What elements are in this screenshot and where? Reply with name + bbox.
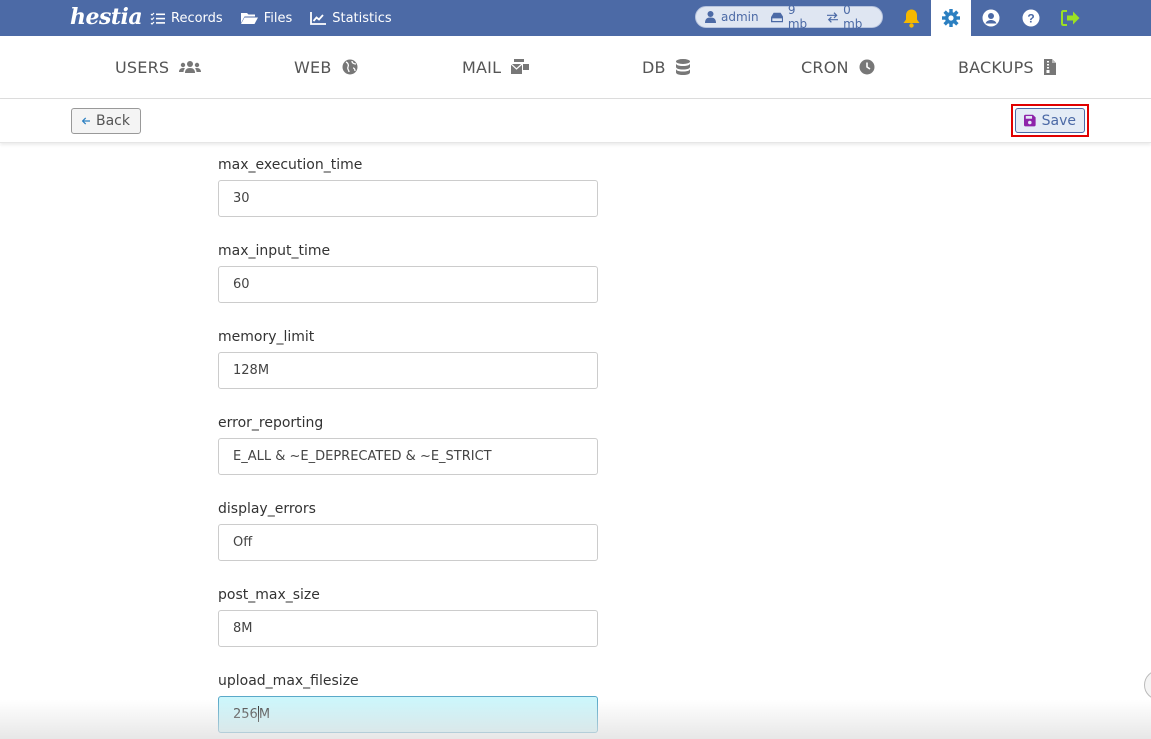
tab-users[interactable]: USERS <box>115 36 202 98</box>
bell-icon <box>903 9 919 28</box>
error-reporting-input[interactable]: E_ALL & ~E_DEPRECATED & ~E_STRICT <box>218 438 598 475</box>
list-check-icon <box>150 12 165 25</box>
logout-icon <box>1060 10 1079 26</box>
notifications-button[interactable] <box>891 0 931 36</box>
username: admin <box>721 10 759 24</box>
max-execution-time-input[interactable]: 30 <box>218 180 598 217</box>
exchange-icon <box>826 11 839 23</box>
file-zipper-icon <box>1043 59 1056 75</box>
tab-mail-label: MAIL <box>462 57 502 77</box>
globe-icon <box>342 59 358 75</box>
tab-users-label: USERS <box>115 57 170 77</box>
tab-web[interactable]: WEB <box>294 36 358 98</box>
field-label: display_errors <box>218 501 316 517</box>
post-max-size-input[interactable]: 8M <box>218 610 598 647</box>
tab-db-label: DB <box>642 57 666 77</box>
help-button[interactable]: ? <box>1011 0 1051 36</box>
tab-backups[interactable]: BACKUPS <box>958 36 1056 98</box>
disk-usage-value: 9 mb <box>787 3 808 31</box>
user-profile-button[interactable] <box>971 0 1011 36</box>
field-label: max_input_time <box>218 243 331 259</box>
tab-cron-label: CRON <box>801 57 849 77</box>
arrow-left-icon <box>82 117 90 125</box>
nav-statistics-label: Statistics <box>332 10 392 26</box>
field-label: memory_limit <box>218 329 315 345</box>
field-label: post_max_size <box>218 587 320 603</box>
save-button[interactable]: Save <box>1015 108 1085 133</box>
nav-files-label: Files <box>263 10 293 26</box>
field-label: upload_max_filesize <box>218 673 359 689</box>
field-max-input-time: max_input_time 60 <box>218 241 598 303</box>
tab-cron[interactable]: CRON <box>801 36 875 98</box>
field-memory-limit: memory_limit 128M <box>218 327 598 389</box>
back-button-label: Back <box>96 113 130 129</box>
nav-statistics[interactable]: Statistics <box>310 10 392 26</box>
database-icon <box>675 59 690 75</box>
input-text-before-caret: 256 <box>233 707 258 722</box>
tab-mail[interactable]: MAIL <box>462 36 530 98</box>
chart-line-icon <box>310 11 327 25</box>
floppy-disk-icon <box>1024 114 1036 127</box>
help-icon: ? <box>1022 9 1040 27</box>
field-error-reporting: error_reporting E_ALL & ~E_DEPRECATED & … <box>218 413 598 475</box>
clock-icon <box>859 59 875 75</box>
main-nav: Records Files Statistics <box>150 0 410 36</box>
user-info[interactable]: admin <box>705 10 759 24</box>
mail-bulk-icon <box>511 59 530 74</box>
upload-max-filesize-input[interactable]: 256M <box>218 696 598 733</box>
hestia-logo[interactable]: hestia <box>70 2 143 34</box>
bandwidth-value: 0 mb <box>843 3 863 31</box>
scroll-to-top-button[interactable] <box>1144 670 1151 700</box>
field-max-execution-time: max_execution_time 30 <box>218 155 598 217</box>
action-toolbar: Back Save <box>0 99 1151 143</box>
svg-text:?: ? <box>1027 12 1034 26</box>
top-navbar: hestia Records Files Statistics admin 9 … <box>0 0 1151 36</box>
field-label: error_reporting <box>218 415 324 431</box>
memory-limit-input[interactable]: 128M <box>218 352 598 389</box>
field-label: max_execution_time <box>218 157 363 173</box>
display-errors-input[interactable]: Off <box>218 524 598 561</box>
input-text-after-caret: M <box>258 707 271 722</box>
tab-backups-label: BACKUPS <box>958 57 1034 77</box>
logout-button[interactable] <box>1050 0 1090 36</box>
hdd-icon <box>770 12 783 22</box>
nav-files[interactable]: Files <box>240 10 293 26</box>
server-settings-button[interactable] <box>931 0 971 36</box>
tab-web-label: WEB <box>294 57 332 77</box>
bandwidth-usage: 0 mb <box>826 3 870 31</box>
users-icon <box>179 61 202 73</box>
nav-records[interactable]: Records <box>150 11 223 26</box>
folder-open-icon <box>240 12 258 24</box>
disk-usage: 9 mb <box>770 3 815 31</box>
back-button[interactable]: Back <box>71 108 141 134</box>
field-upload-max-filesize: upload_max_filesize 256M <box>218 671 598 733</box>
user-stats-pill: admin 9 mb 0 mb <box>695 3 883 31</box>
user-circle-icon <box>982 9 1000 27</box>
user-icon <box>705 11 716 23</box>
nav-records-label: Records <box>171 10 223 26</box>
max-input-time-input[interactable]: 60 <box>218 266 598 303</box>
field-display-errors: display_errors Off <box>218 499 598 561</box>
field-post-max-size: post_max_size 8M <box>218 585 598 647</box>
gear-icon <box>942 9 960 27</box>
save-button-label: Save <box>1041 112 1076 129</box>
section-tabs: USERS WEB MAIL DB CRON BACKUPS <box>0 36 1151 99</box>
tab-db[interactable]: DB <box>642 36 690 98</box>
